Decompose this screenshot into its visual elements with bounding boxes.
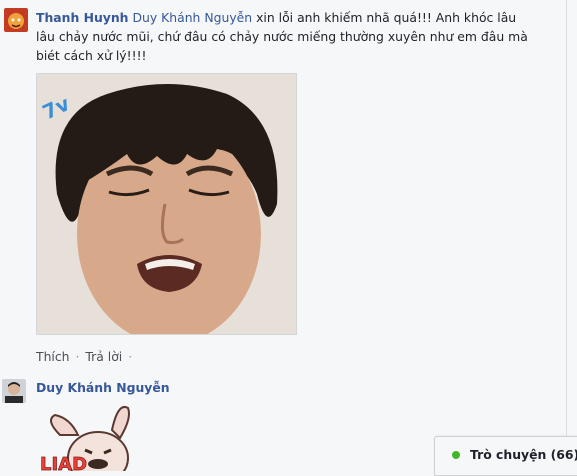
online-status-dot-icon [452,451,460,459]
action-separator: · [128,349,133,364]
avatar-duy-khanh-nguyen[interactable] [2,379,26,403]
comment-1-mention[interactable]: Duy Khánh Nguyễn [132,10,252,25]
comment-1-body: Thanh Huynh Duy Khánh Nguyễn xin lỗi anh… [36,8,536,65]
comment-thread: Thanh Huynh Duy Khánh Nguyễn xin lỗi anh… [0,0,567,471]
comment-1-actions: Thích · Trả lời · [36,349,134,364]
like-link[interactable]: Thích [36,349,70,364]
comment-2-author[interactable]: Duy Khánh Nguyễn [36,380,170,395]
chat-label[interactable]: Trò chuyện (66) [470,447,577,462]
sticker-lettering: LIAD [40,454,87,471]
crying-face-photo-icon: 7v [37,74,296,334]
chat-bar[interactable]: Trò chuyện (66) [434,436,577,476]
avatar-thanh-huynh[interactable] [4,8,28,32]
comment-1-author[interactable]: Thanh Huynh [36,10,129,25]
reply-link[interactable]: Trả lời [85,349,122,364]
comment-1-photo[interactable]: 7v [36,73,297,335]
rabbit-sticker-icon: LIAD [40,406,130,471]
action-separator: · [75,349,80,364]
comment-1: Thanh Huynh Duy Khánh Nguyễn xin lỗi anh… [36,8,536,65]
comment-2-sticker[interactable]: LIAD [40,400,140,471]
comment-2: Duy Khánh Nguyễn [36,380,170,395]
